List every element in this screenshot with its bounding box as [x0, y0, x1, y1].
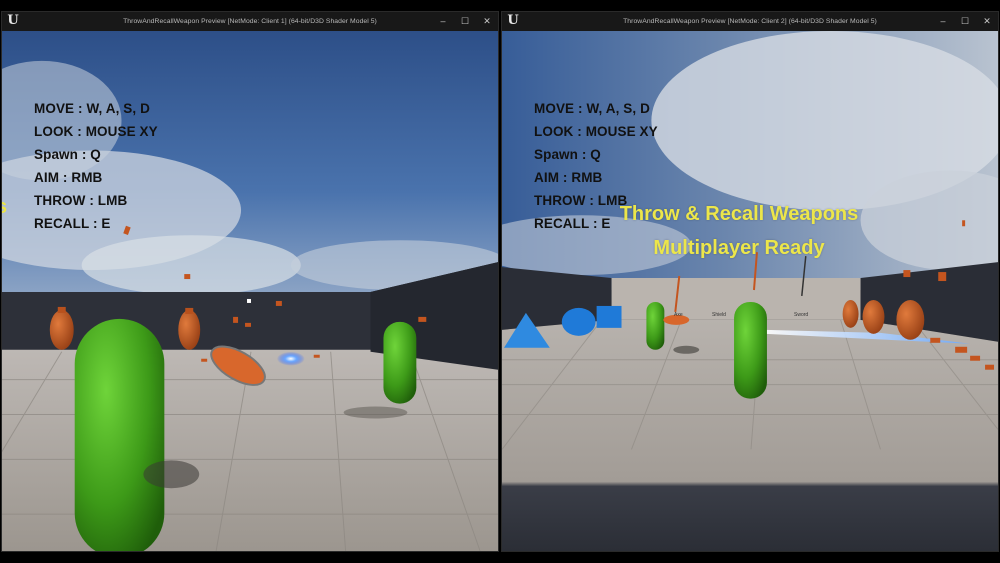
banner-title: Throw & Recall Weapons	[619, 203, 859, 225]
player-capsule	[383, 321, 417, 404]
close-button[interactable]: ✕	[476, 12, 498, 31]
title-bar[interactable]: U ThrowAndRecallWeapon Preview [NetMode:…	[2, 12, 498, 31]
window-title: ThrowAndRecallWeapon Preview [NetMode: C…	[123, 18, 377, 25]
maximize-button[interactable]: ☐	[454, 12, 476, 31]
hud-look: LOOK : MOUSE XY	[34, 124, 158, 139]
cylinder	[596, 305, 622, 328]
banner-fragment: s	[2, 196, 7, 219]
controls-hud: MOVE : W, A, S, D LOOK : MOUSE XY Spawn …	[34, 97, 158, 235]
hud-look: LOOK : MOUSE XY	[534, 124, 658, 139]
recall-glow	[276, 351, 305, 366]
game-viewport[interactable]: Axe Shield Sword MOVE : W, A, S, D LOOK …	[502, 31, 998, 551]
weapon-label-sword: Sword	[794, 312, 809, 318]
game-window-client-2[interactable]: U ThrowAndRecallWeapon Preview [NetMode:…	[501, 11, 999, 552]
close-button[interactable]: ✕	[976, 12, 998, 31]
game-viewport[interactable]: s MOVE : W, A, S, D LOOK : MOUSE XY Spaw…	[2, 31, 498, 551]
clay-pot	[862, 299, 885, 334]
game-window-client-1[interactable]: U ThrowAndRecallWeapon Preview [NetMode:…	[1, 11, 499, 552]
crosshair	[247, 298, 251, 303]
weapon-label-shield: Shield	[712, 312, 726, 318]
cloud	[81, 235, 301, 295]
clay-pot-breaking	[896, 299, 925, 340]
clay-pot	[178, 309, 201, 350]
player-capsule-near	[74, 318, 165, 551]
sphere	[561, 307, 596, 336]
hud-spawn: Spawn : Q	[534, 147, 601, 162]
clay-pot	[842, 299, 859, 328]
hud-move: MOVE : W, A, S, D	[534, 101, 650, 116]
weapon-label-axe: Axe	[674, 312, 683, 318]
player-capsule-other	[734, 301, 767, 399]
hud-spawn: Spawn : Q	[34, 147, 101, 162]
hud-throw: THROW : LMB	[34, 193, 128, 208]
window-title: ThrowAndRecallWeapon Preview [NetMode: C…	[623, 18, 877, 25]
player-capsule	[646, 301, 665, 350]
minimize-button[interactable]: –	[432, 12, 454, 31]
hud-move: MOVE : W, A, S, D	[34, 101, 150, 116]
minimize-button[interactable]: –	[932, 12, 954, 31]
banner-subtitle: Multiplayer Ready	[653, 237, 825, 259]
hud-recall: RECALL : E	[34, 216, 111, 231]
clay-pot	[49, 309, 74, 350]
hud-aim: AIM : RMB	[34, 170, 103, 185]
maximize-button[interactable]: ☐	[954, 12, 976, 31]
title-bar[interactable]: U ThrowAndRecallWeapon Preview [NetMode:…	[502, 12, 998, 31]
hud-aim: AIM : RMB	[534, 170, 603, 185]
